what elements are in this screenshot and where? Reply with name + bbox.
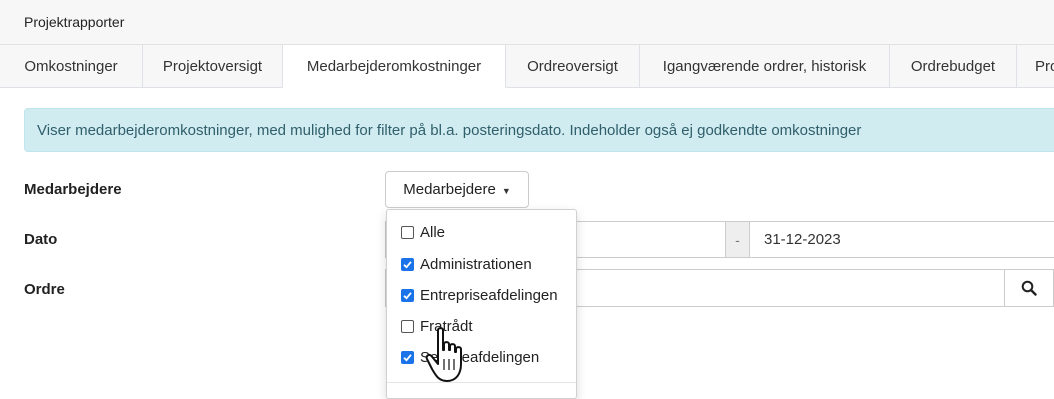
caret-down-icon: ▼ [501, 185, 511, 196]
dropdown-item-label: Serviceafdelingen [420, 348, 540, 366]
order-label: Ordre [24, 281, 65, 298]
dropdown-item-label: Fratrådt [420, 317, 473, 335]
date-separator: - [725, 221, 750, 258]
dropdown-item-entrepriseafdelingen[interactable]: Entrepriseafdelingen [401, 283, 558, 307]
dropdown-item-alle[interactable]: Alle [401, 220, 445, 244]
dropdown-item-label: Administrationen [420, 255, 532, 273]
checkbox-checked-icon[interactable] [401, 257, 414, 271]
tab-omkostninger[interactable]: Omkostninger [0, 45, 143, 88]
dropdown-item-label: Alle [420, 223, 446, 241]
tab-bar: Omkostninger Projektoversigt Medarbejder… [0, 45, 1054, 88]
tab-ordrebudget[interactable]: Ordrebudget [890, 45, 1017, 88]
order-search-button[interactable] [1004, 269, 1054, 307]
tab-ordreoversigt[interactable]: Ordreoversigt [506, 45, 640, 88]
dropdown-item-serviceafdelingen[interactable]: Serviceafdelingen [401, 345, 539, 369]
checkbox-checked-icon[interactable] [401, 350, 414, 364]
checkbox-icon[interactable] [401, 225, 414, 239]
dropdown-item-label: Entrepriseafdelingen [420, 286, 558, 304]
panel-heading: Projektrapporter [0, 0, 1054, 45]
dropdown-divider [387, 382, 576, 383]
dropdown-item-fratraadt[interactable]: Fratrådt [401, 314, 473, 338]
date-to-input[interactable]: 31-12-2023 [749, 221, 1054, 258]
checkbox-checked-icon[interactable] [401, 288, 414, 302]
employees-dropdown-label: Medarbejdere [403, 181, 496, 198]
date-label: Dato [24, 231, 58, 248]
search-icon [1021, 280, 1037, 296]
employees-dropdown-menu: Alle Administrationen Entrepriseafdeling… [386, 209, 577, 399]
tab-projektoversigt[interactable]: Projektoversigt [143, 45, 283, 88]
employees-dropdown-button[interactable]: Medarbejdere ▼ [385, 171, 529, 208]
employees-label: Medarbejdere [24, 181, 122, 198]
checkbox-icon[interactable] [401, 319, 414, 333]
tab-medarbejderomkostninger[interactable]: Medarbejderomkostninger [283, 45, 506, 88]
tab-igangvaerende-ordrer[interactable]: Igangværende ordrer, historisk [640, 45, 890, 88]
page-title: Projektrapporter [24, 14, 125, 30]
dropdown-item-administrationen[interactable]: Administrationen [401, 252, 532, 276]
info-alert: Viser medarbejderomkostninger, med mulig… [24, 108, 1054, 152]
tab-pro[interactable]: Pro [1017, 45, 1054, 88]
